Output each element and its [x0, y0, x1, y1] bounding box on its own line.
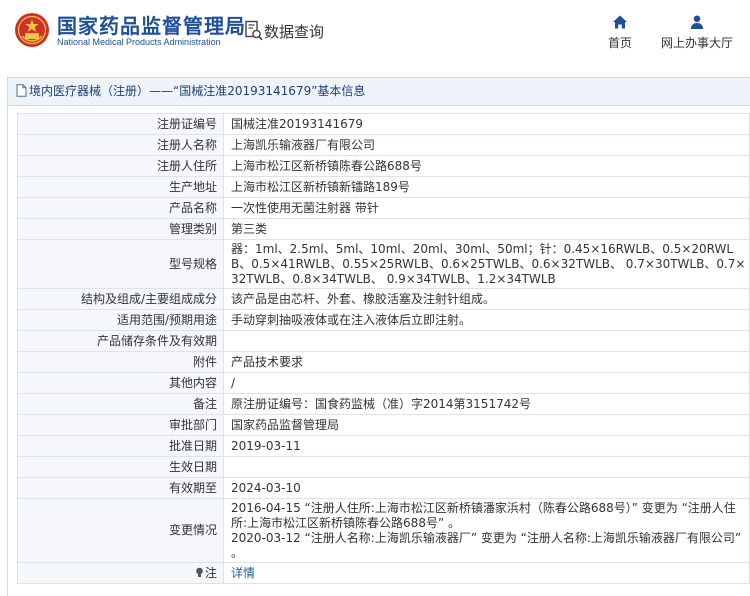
- nav-home-label: 首页: [607, 36, 632, 50]
- data-query-link[interactable]: 数据查询: [264, 21, 324, 42]
- note-label-text: 注: [204, 565, 217, 580]
- note-value: 详情: [223, 562, 750, 584]
- lightbulb-icon: [196, 567, 203, 577]
- field-label: 注册证编号: [17, 113, 224, 135]
- table-row: 管理类别 第三类: [17, 218, 750, 240]
- change-entry: 2016-04-15 “注册人住所:上海市松江区新桥镇潘家浜村（陈春公路688号…: [231, 500, 736, 530]
- field-label: 生产地址: [17, 176, 224, 198]
- nmpa-emblem-icon: [15, 13, 49, 47]
- change-history: 2016-04-15 “注册人住所:上海市松江区新桥镇潘家浜村（陈春公路688号…: [223, 498, 750, 563]
- details-link[interactable]: 详情: [231, 566, 255, 580]
- field-value: 第三类: [223, 218, 750, 240]
- note-label: 注: [17, 562, 224, 584]
- table-row: 注册人名称 上海凯乐输液器厂有限公司: [17, 134, 750, 156]
- nav-home[interactable]: 首页: [602, 14, 638, 51]
- info-table: 注册证编号 国械注准20193141679 注册人名称 上海凯乐输液器厂有限公司 注…: [17, 113, 750, 584]
- field-value: 国家药品监督管理局: [223, 414, 750, 436]
- table-row: 注册证编号 国械注准20193141679: [17, 113, 750, 135]
- table-row: 结构及组成/主要组成成分 该产品是由芯杆、外套、橡胶活塞及注射针组成。: [17, 288, 750, 310]
- table-row: 批准日期 2019-03-11: [17, 435, 750, 457]
- field-label: 其他内容: [17, 372, 224, 394]
- field-value: 2019-03-11: [223, 435, 750, 457]
- field-value: 该产品是由芯杆、外套、橡胶活塞及注射针组成。: [223, 288, 750, 310]
- field-value: 2024-03-10: [223, 477, 750, 499]
- table-row: 生产地址 上海市松江区新桥镇新镭路189号: [17, 176, 750, 198]
- detail-panel: 境内医疗器械（注册）——“国械注准20193141679”基本信息 注册证编号国…: [7, 77, 750, 596]
- document-icon: [16, 84, 27, 97]
- field-label: 结构及组成/主要组成成分: [17, 288, 224, 310]
- field-label: 型号规格: [17, 239, 224, 289]
- field-label: 批准日期: [17, 435, 224, 457]
- field-label: 变更情况: [17, 498, 224, 563]
- field-label: 附件: [17, 351, 224, 373]
- table-row: 有效期至 2024-03-10: [17, 477, 750, 499]
- table-row: 产品储存条件及有效期: [17, 330, 750, 352]
- field-label: 备注: [17, 393, 224, 415]
- field-value: 原注册证编号：国食药监械（准）字2014第3151742号: [223, 393, 750, 415]
- nav-office-label: 网上办事大厅: [660, 36, 733, 50]
- change-entry: 2020-03-12 “注册人名称:上海凯乐输液器厂” 变更为 “注册人名称:上…: [231, 530, 742, 560]
- nav-online-office[interactable]: 网上办事大厅: [655, 14, 739, 51]
- field-label: 产品储存条件及有效期: [17, 330, 224, 352]
- field-label: 注册人名称: [17, 134, 224, 156]
- table-row: 适用范围/预期用途 手动穿刺抽吸液体或在注入液体后立即注射。: [17, 309, 750, 331]
- field-value: 上海市松江区新桥镇陈春公路688号: [223, 155, 750, 177]
- field-value: /: [223, 372, 750, 394]
- table-row: 审批部门 国家药品监督管理局: [17, 414, 750, 436]
- home-icon: [613, 15, 627, 29]
- user-icon: [690, 15, 704, 29]
- field-value: 上海市松江区新桥镇新镭路189号: [223, 176, 750, 198]
- table-row: 注册人住所 上海市松江区新桥镇陈春公路688号: [17, 155, 750, 177]
- table-row: 生效日期: [17, 456, 750, 478]
- field-label: 管理类别: [17, 218, 224, 240]
- field-value: [223, 456, 750, 478]
- site-subtitle: National Medical Products Administration: [57, 37, 221, 47]
- field-value: 器：1ml、2.5ml、5ml、10ml、20ml、30ml、50ml；针：0.…: [223, 239, 750, 289]
- field-value: 产品技术要求: [223, 351, 750, 373]
- table-row: 附件 产品技术要求: [17, 351, 750, 373]
- field-value: 上海凯乐输液器厂有限公司: [223, 134, 750, 156]
- panel-title-text: 境内医疗器械（注册）——“国械注准20193141679”基本信息: [29, 84, 366, 98]
- table-row: 注 详情: [17, 562, 750, 584]
- field-label: 有效期至: [17, 477, 224, 499]
- table-row: 其他内容 /: [17, 372, 750, 394]
- field-value: [223, 330, 750, 352]
- field-value: 一次性使用无菌注射器 带针: [223, 197, 750, 219]
- field-label: 生效日期: [17, 456, 224, 478]
- field-label: 产品名称: [17, 197, 224, 219]
- table-row: 型号规格 器：1ml、2.5ml、5ml、10ml、20ml、30ml、50ml；…: [17, 239, 750, 289]
- site-header: 国家药品监督管理局 National Medical Products Admi…: [0, 0, 750, 66]
- field-value: 手动穿刺抽吸液体或在注入液体后立即注射。: [223, 309, 750, 331]
- site-title: 国家药品监督管理局: [57, 14, 246, 38]
- field-label: 注册人住所: [17, 155, 224, 177]
- table-row: 变更情况 2016-04-15 “注册人住所:上海市松江区新桥镇潘家浜村（陈春公…: [17, 498, 750, 563]
- table-row: 备注 原注册证编号：国食药监械（准）字2014第3151742号: [17, 393, 750, 415]
- field-label: 适用范围/预期用途: [17, 309, 224, 331]
- table-row: 产品名称 一次性使用无菌注射器 带针: [17, 197, 750, 219]
- document-search-icon: [245, 20, 263, 41]
- field-label: 审批部门: [17, 414, 224, 436]
- panel-title: 境内医疗器械（注册）——“国械注准20193141679”基本信息: [8, 78, 750, 106]
- field-value: 国械注准20193141679: [223, 113, 750, 135]
